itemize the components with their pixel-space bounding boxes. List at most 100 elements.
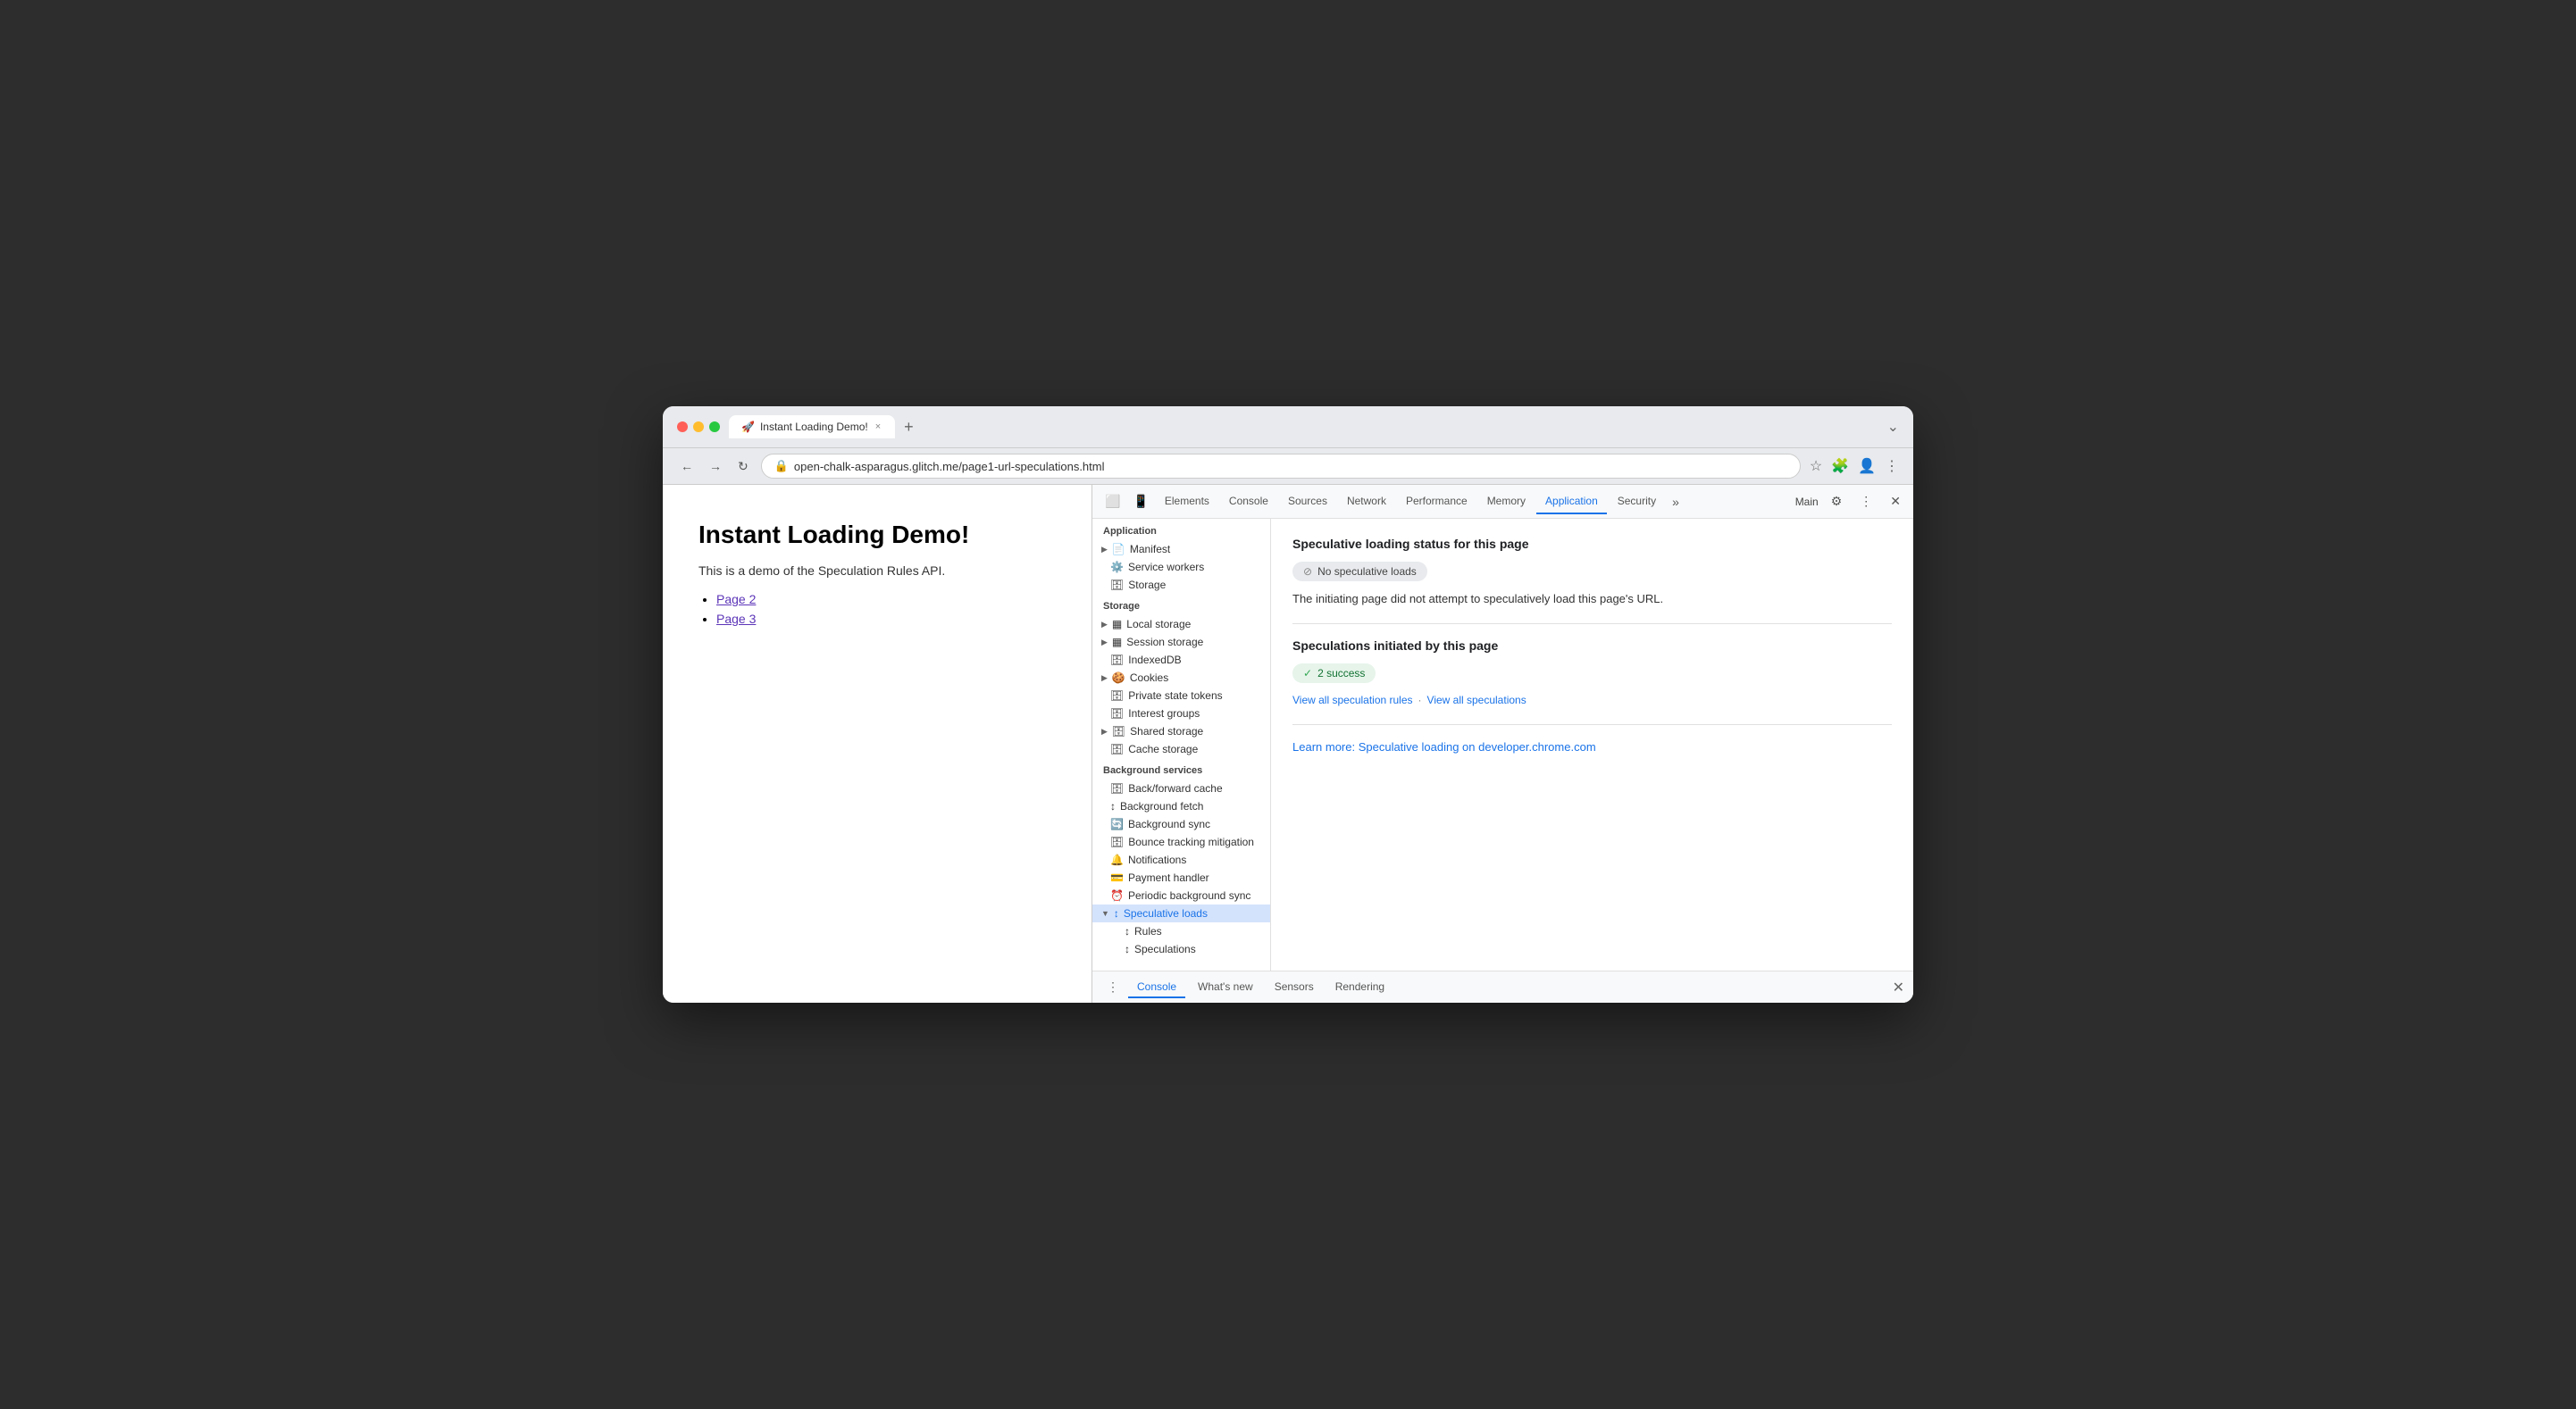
sidebar-item-manifest[interactable]: ▶ 📄 Manifest [1092,540,1270,558]
more-options-icon[interactable]: ⋮ [1885,457,1899,475]
page-link-3[interactable]: Page 3 [716,612,756,626]
background-sync-icon: 🔄 [1110,818,1124,830]
sidebar-item-cookies[interactable]: ▶ 🍪 Cookies [1092,669,1270,687]
success-badge: ✓ 2 success [1292,663,1376,683]
divider-2 [1292,724,1892,725]
window-controls: ⌄ [1887,418,1899,436]
sidebar-label-session-storage: Session storage [1126,636,1203,648]
devtools-overflow-icon[interactable]: ⋮ [1854,490,1878,513]
sidebar-item-background-fetch[interactable]: ↕ Background fetch [1092,797,1270,815]
arrow-icon-shared: ▶ [1101,727,1108,737]
title-bar: 🚀 Instant Loading Demo! × + ⌄ [663,406,1913,448]
tab-memory[interactable]: Memory [1478,489,1535,514]
devtools-settings-icon[interactable]: ⚙ [1826,490,1848,513]
browser-tab[interactable]: 🚀 Instant Loading Demo! × [729,415,895,438]
profile-icon[interactable]: 👤 [1858,457,1876,475]
view-all-speculations-link[interactable]: View all speculations [1427,694,1526,706]
new-tab-button[interactable]: + [899,418,919,437]
devtools-context-label[interactable]: Main [1795,496,1819,508]
console-bar: ⋮ Console What's new Sensors Rendering ✕ [1092,971,1913,1003]
tab-security[interactable]: Security [1609,489,1665,514]
tab-favicon-icon: 🚀 [741,421,755,433]
sidebar-item-periodic-bg-sync[interactable]: ⏰ Periodic background sync [1092,887,1270,905]
minimize-traffic-light[interactable] [693,421,704,432]
payment-handler-icon: 💳 [1110,871,1124,884]
background-services-section-header: Background services [1092,758,1270,780]
manifest-icon: 📄 [1112,543,1125,555]
tab-elements[interactable]: Elements [1156,489,1218,514]
address-input[interactable]: 🔒 open-chalk-asparagus.glitch.me/page1-u… [761,454,1801,479]
storage-section-header: Storage [1092,594,1270,615]
sidebar-label-service-workers: Service workers [1128,561,1204,573]
console-tab-rendering[interactable]: Rendering [1326,977,1393,998]
tab-console[interactable]: Console [1220,489,1277,514]
arrow-icon-spec: ▼ [1101,909,1109,918]
reload-button[interactable]: ↻ [734,455,752,478]
learn-more-link[interactable]: Learn more: Speculative loading on devel… [1292,740,1596,754]
sidebar-label-background-sync: Background sync [1128,818,1210,830]
sidebar-item-interest-groups[interactable]: 🗄 Interest groups [1092,704,1270,722]
tab-sources[interactable]: Sources [1279,489,1336,514]
tab-close-button[interactable]: × [874,421,882,432]
tab-network[interactable]: Network [1338,489,1395,514]
sidebar-item-service-workers[interactable]: ⚙️ Service workers [1092,558,1270,576]
sidebar-item-cache-storage[interactable]: 🗄 Cache storage [1092,740,1270,758]
shared-storage-icon: 🗄 [1112,725,1125,738]
sidebar-label-indexeddb: IndexedDB [1128,654,1181,666]
sidebar-label-cache-storage: Cache storage [1128,743,1198,755]
console-more-icon[interactable]: ⋮ [1101,976,1125,998]
page-content: Instant Loading Demo! This is a demo of … [663,485,1091,1003]
devtools-main-panel: Speculative loading status for this page… [1271,519,1913,971]
sidebar-item-storage[interactable]: 🗄 Storage [1092,576,1270,594]
tab-performance[interactable]: Performance [1397,489,1476,514]
sidebar-label-local-storage: Local storage [1126,618,1191,630]
bounce-tracking-icon: 🗄 [1110,836,1124,848]
tab-application[interactable]: Application [1536,489,1607,514]
devtools-close-button[interactable]: ✕ [1885,490,1906,513]
close-traffic-light[interactable] [677,421,688,432]
no-loads-icon: ⊘ [1303,565,1312,578]
console-tab-sensors[interactable]: Sensors [1266,977,1323,998]
sidebar-item-session-storage[interactable]: ▶ ▦ Session storage [1092,633,1270,651]
console-close-button[interactable]: ✕ [1893,979,1904,996]
console-tab-whats-new[interactable]: What's new [1189,977,1262,998]
sidebar-item-rules[interactable]: ↕ Rules [1092,922,1270,940]
main-content: Instant Loading Demo! This is a demo of … [663,485,1913,1003]
address-security-icon: 🔒 [774,459,789,473]
page-link-2[interactable]: Page 2 [716,592,756,606]
sidebar-label-payment-handler: Payment handler [1128,871,1209,884]
sidebar-item-notifications[interactable]: 🔔 Notifications [1092,851,1270,869]
sidebar-item-speculative-loads[interactable]: ▼ ↕ Speculative loads [1092,905,1270,922]
sidebar-label-storage-main: Storage [1128,579,1166,591]
status-badge-text: No speculative loads [1317,565,1417,578]
sidebar-item-local-storage[interactable]: ▶ ▦ Local storage [1092,615,1270,633]
sidebar-label-periodic-bg-sync: Periodic background sync [1128,889,1250,902]
maximize-traffic-light[interactable] [709,421,720,432]
sidebar-label-private-state-tokens: Private state tokens [1128,689,1222,702]
extensions-icon[interactable]: 🧩 [1831,457,1849,475]
console-tab-console[interactable]: Console [1128,977,1185,998]
sidebar-item-back-forward-cache[interactable]: 🗄 Back/forward cache [1092,780,1270,797]
sidebar-item-bounce-tracking[interactable]: 🗄 Bounce tracking mitigation [1092,833,1270,851]
sidebar-label-speculative-loads: Speculative loads [1124,907,1208,920]
sidebar-item-speculations[interactable]: ↕ Speculations [1092,940,1270,958]
devtools-inspect-icon[interactable]: ⬜ [1100,490,1125,513]
sidebar-item-background-sync[interactable]: 🔄 Background sync [1092,815,1270,833]
cookies-icon: 🍪 [1112,671,1125,684]
devtools-body: Application ▶ 📄 Manifest ⚙️ Service work… [1092,519,1913,971]
sidebar-label-background-fetch: Background fetch [1120,800,1203,813]
forward-button[interactable]: → [706,455,725,477]
devtools-toolbar: ⬜ 📱 Elements Console Sources Network Per… [1092,485,1913,519]
sidebar-item-indexeddb[interactable]: 🗄 IndexedDB [1092,651,1270,669]
link-separator: · [1418,694,1422,706]
sidebar-label-back-forward-cache: Back/forward cache [1128,782,1222,795]
address-text: open-chalk-asparagus.glitch.me/page1-url… [794,460,1105,473]
devtools-more-tabs-button[interactable]: » [1667,491,1685,513]
back-button[interactable]: ← [677,455,697,477]
sidebar-item-private-state-tokens[interactable]: 🗄 Private state tokens [1092,687,1270,704]
sidebar-item-payment-handler[interactable]: 💳 Payment handler [1092,869,1270,887]
sidebar-item-shared-storage[interactable]: ▶ 🗄 Shared storage [1092,722,1270,740]
bookmark-icon[interactable]: ☆ [1810,457,1822,475]
devtools-device-icon[interactable]: 📱 [1127,490,1153,513]
view-all-speculation-rules-link[interactable]: View all speculation rules [1292,694,1413,706]
